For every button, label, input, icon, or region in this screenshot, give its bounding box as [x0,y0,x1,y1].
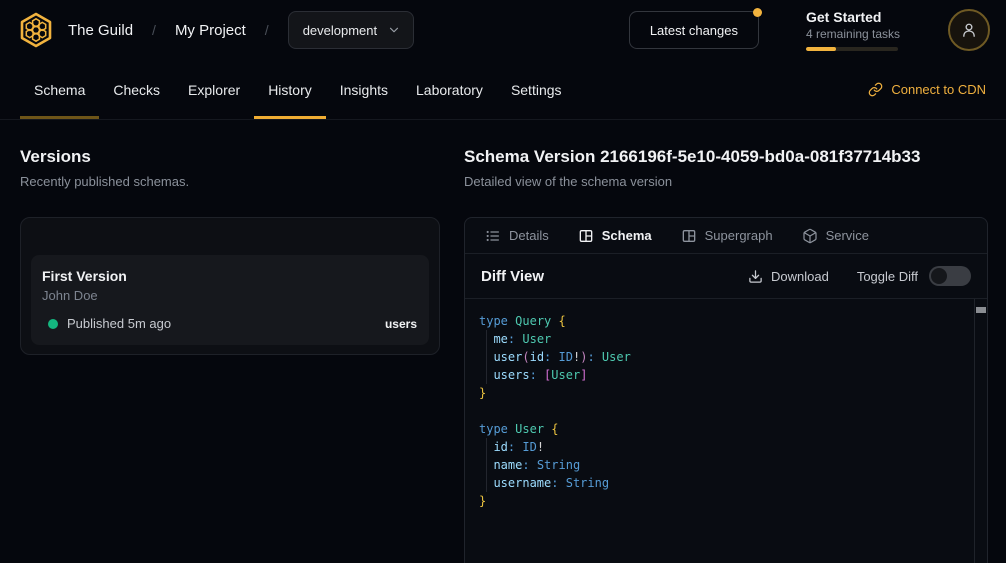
nav-tab-explorer[interactable]: Explorer [174,60,254,119]
nav-tab-label: Checks [113,82,160,98]
list-icon [485,228,501,244]
version-status: Published 5m ago [67,316,171,331]
nav-tab-label: History [268,82,312,98]
connect-to-cdn-link[interactable]: Connect to CDN [868,60,986,119]
hive-logo-icon[interactable] [18,12,54,48]
nav-tab-settings[interactable]: Settings [497,60,576,119]
detail-tab-label: Service [826,228,869,243]
version-detail-panel: Schema Version 2166196f-5e10-4059-bd0a-0… [464,147,988,563]
nav-tab-insights[interactable]: Insights [326,60,402,119]
nav-tab-laboratory[interactable]: Laboratory [402,60,497,119]
schema-version-subtitle: Detailed view of the schema version [464,174,988,190]
app-header: The Guild / My Project / development Lat… [0,0,1006,60]
latest-changes-label: Latest changes [650,23,738,38]
progress-bar [806,47,898,51]
link-icon [868,82,883,97]
environment-selector[interactable]: development [288,11,414,49]
breadcrumb-project[interactable]: My Project [175,22,246,39]
download-icon [748,269,763,284]
chevron-down-icon [387,23,401,37]
toggle-diff-switch[interactable] [929,266,971,286]
tab-underline [254,116,326,119]
code-scrollbar[interactable] [974,299,987,563]
tab-underline [20,116,99,119]
schema-version-title: Schema Version 2166196f-5e10-4059-bd0a-0… [464,147,988,167]
switch-knob [931,268,947,284]
connect-to-cdn-label: Connect to CDN [891,82,986,97]
nav-tab-checks[interactable]: Checks [99,60,174,119]
nav-tab-label: Explorer [188,82,240,98]
main-content: Versions Recently published schemas. Fir… [0,120,1006,563]
detail-tab-label: Schema [602,228,652,243]
get-started-subtitle: 4 remaining tasks [806,27,916,41]
breadcrumb-separator: / [152,22,156,38]
detail-tabs: Details Schema Sup [465,218,987,254]
breadcrumb: The Guild / My Project / development [68,11,414,49]
detail-tab-details[interactable]: Details [485,228,549,244]
detail-tab-schema[interactable]: Schema [578,228,652,244]
tab-underline [402,116,497,119]
version-list-item[interactable]: First Version John Doe Published 5m ago … [31,255,429,345]
diff-view-title: Diff View [481,268,544,285]
latest-changes-button[interactable]: Latest changes [629,11,759,49]
version-name: First Version [42,268,417,284]
detail-tab-label: Details [509,228,549,243]
detail-tab-label: Supergraph [705,228,773,243]
diff-actions: Download Toggle Diff [748,266,971,286]
columns-icon [681,228,697,244]
header-actions: Latest changes Get Started 4 remaining t… [629,9,990,51]
version-author: John Doe [42,288,417,303]
tab-underline [497,116,576,119]
columns-icon [578,228,594,244]
toggle-diff-label: Toggle Diff [857,269,918,284]
project-nav: Schema Checks Explorer History Insights … [0,60,1006,120]
version-service-badge: users [385,317,417,331]
nav-tab-label: Settings [511,82,562,98]
versions-panel: Versions Recently published schemas. Fir… [20,147,440,563]
user-avatar[interactable] [948,9,990,51]
nav-tab-history[interactable]: History [254,60,326,119]
person-icon [959,20,979,40]
progress-fill [806,47,836,51]
detail-tab-supergraph[interactable]: Supergraph [681,228,773,244]
nav-tab-label: Laboratory [416,82,483,98]
versions-list: First Version John Doe Published 5m ago … [20,217,440,355]
download-label: Download [771,269,829,284]
tab-underline [99,116,174,119]
detail-tab-service[interactable]: Service [802,228,869,244]
nav-tab-label: Insights [340,82,388,98]
get-started-title: Get Started [806,9,916,25]
tab-underline [326,116,402,119]
download-button[interactable]: Download [748,269,829,284]
published-status-dot [48,319,58,329]
nav-tab-schema[interactable]: Schema [20,60,99,119]
version-meta-row: Published 5m ago users [42,316,417,331]
schema-detail-card: Details Schema Sup [464,217,988,563]
environment-label: development [303,23,377,38]
diff-toolbar: Diff View Download Toggle Diff [465,254,987,299]
cube-icon [802,228,818,244]
breadcrumb-separator: / [265,22,269,38]
versions-subtitle: Recently published schemas. [20,174,440,190]
toggle-diff-control: Toggle Diff [857,266,971,286]
tab-underline [174,116,254,119]
get-started-widget[interactable]: Get Started 4 remaining tasks [806,9,916,51]
schema-code-area: type Query { me: User user(id: ID!): Use… [465,299,987,563]
breadcrumb-org[interactable]: The Guild [68,22,133,39]
notification-dot [753,8,762,17]
nav-tab-label: Schema [34,82,85,98]
code-block: type Query { me: User user(id: ID!): Use… [465,299,974,563]
scrollbar-thumb[interactable] [976,307,986,313]
versions-title: Versions [20,147,440,167]
